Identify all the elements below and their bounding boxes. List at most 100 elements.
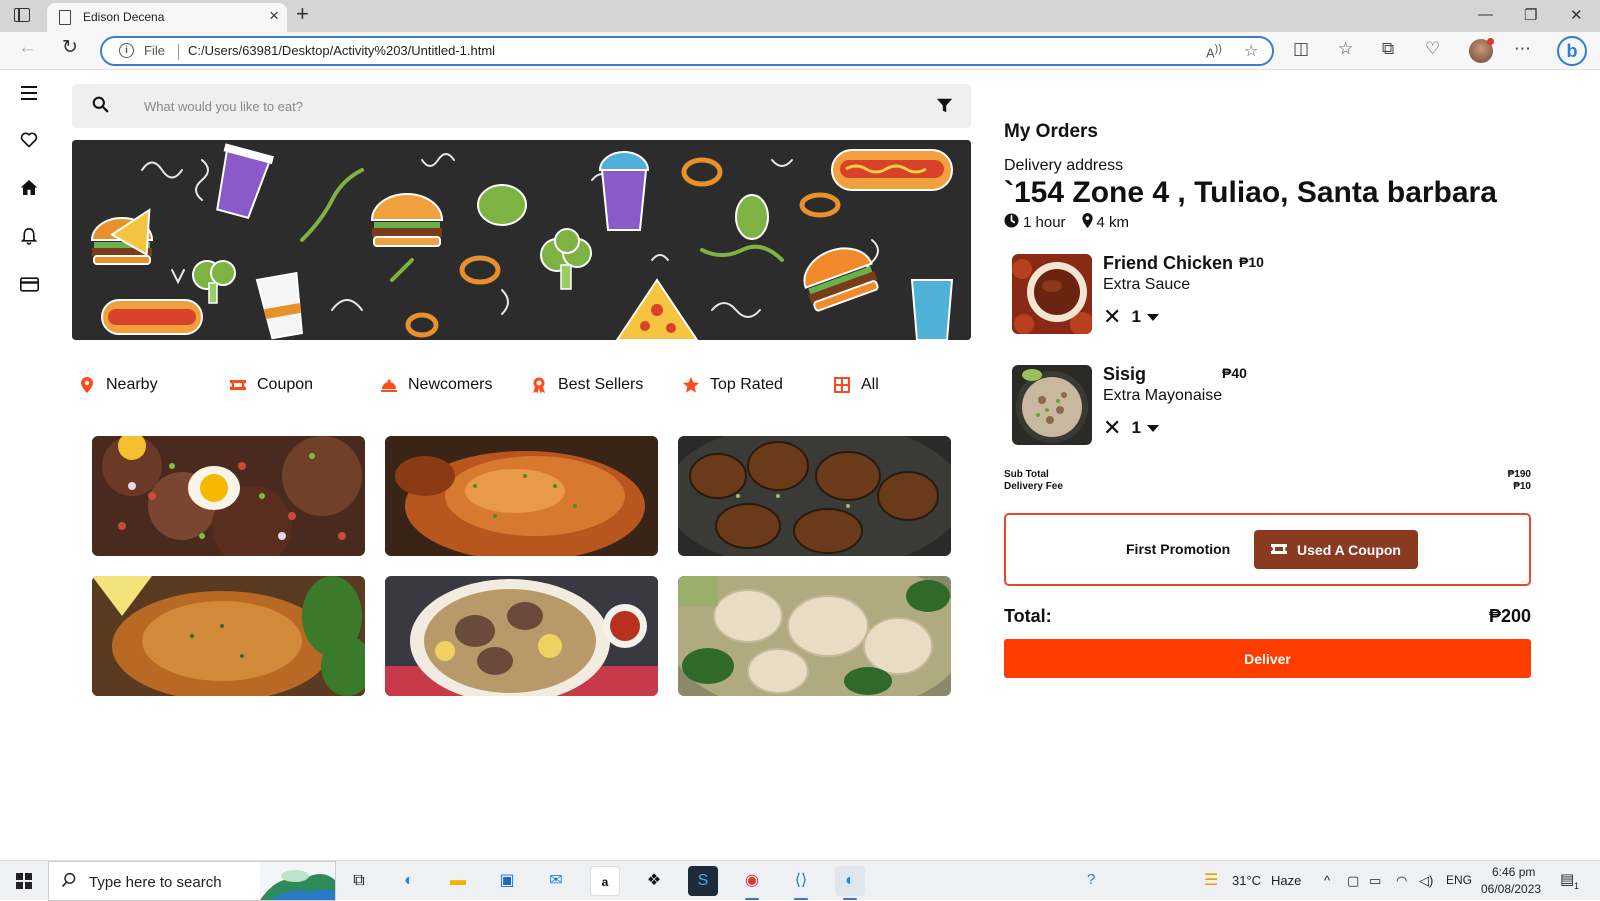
read-aloud-icon[interactable]: A))	[1206, 43, 1222, 60]
category-label: Nearby	[106, 376, 158, 393]
quantity-selector[interactable]: ✕ 1	[1103, 417, 1159, 439]
address-bar-row: ← ↻ i File C:/Users/63981/Desktop/Activi…	[0, 32, 1600, 70]
close-tab-icon[interactable]: ×	[269, 7, 279, 24]
task-view-icon[interactable]: ⧉	[344, 866, 374, 896]
category-label: All	[861, 376, 879, 393]
info-icon[interactable]: i	[119, 43, 134, 58]
refresh-icon[interactable]: ↻	[62, 38, 78, 57]
category-coupon[interactable]: Coupon	[229, 373, 313, 397]
category-label: Coupon	[257, 376, 314, 393]
close-window-icon[interactable]: ✕	[1570, 6, 1583, 24]
minimize-icon[interactable]: —	[1478, 6, 1493, 23]
tab-actions-icon[interactable]	[14, 8, 30, 22]
edge-icon[interactable]: ◐	[394, 866, 424, 896]
category-top-rated[interactable]: Top Rated	[682, 373, 783, 397]
search-highlight-illustration	[260, 862, 335, 900]
collections-icon[interactable]: ⧉	[1382, 40, 1394, 57]
weather-haze-icon[interactable]: ☰	[1204, 870, 1218, 890]
clock-icon	[1004, 213, 1019, 232]
edge-active-icon[interactable]: ◐	[835, 866, 865, 900]
order-item-extra: Extra Sauce	[1103, 276, 1191, 293]
category-nearby[interactable]: Nearby	[78, 373, 158, 397]
weather-text[interactable]: Haze	[1271, 873, 1301, 888]
tab-title: Edison Decena	[83, 10, 165, 24]
grid-icon	[833, 376, 851, 394]
profile-avatar[interactable]	[1469, 38, 1494, 63]
vscode-icon[interactable]: ⟨⟩	[786, 866, 816, 900]
taskbar-search[interactable]: Type here to search	[48, 861, 336, 901]
clock-date[interactable]: 06/08/2023	[1481, 882, 1541, 896]
favorites-icon[interactable]: ☆	[1338, 40, 1353, 57]
battery-icon[interactable]: ▭	[1369, 873, 1381, 889]
card-icon[interactable]	[18, 275, 40, 297]
promo-box: First Promotion Used A Coupon	[1004, 513, 1531, 586]
restore-icon[interactable]: ❐	[1524, 6, 1537, 24]
extension-icon[interactable]: ♡	[1425, 40, 1440, 57]
food-card-bulalo[interactable]	[385, 576, 658, 696]
favorite-star-icon[interactable]: ☆	[1244, 41, 1258, 61]
clock-time[interactable]: 6:46 pm	[1492, 865, 1535, 879]
menu-icon[interactable]	[18, 83, 40, 105]
weather-temp[interactable]: 31°C	[1232, 873, 1261, 888]
remove-item-icon[interactable]: ✕	[1103, 306, 1121, 328]
category-all[interactable]: All	[833, 373, 879, 397]
promo-label: First Promotion	[1126, 541, 1231, 557]
heart-icon[interactable]	[18, 131, 40, 153]
coupon-button-label: Used A Coupon	[1297, 541, 1401, 558]
bell-icon[interactable]	[18, 227, 40, 249]
subtotal-value: ₱190	[1507, 469, 1531, 480]
new-tab-icon[interactable]: +	[296, 3, 309, 25]
home-icon[interactable]	[18, 179, 40, 201]
dropbox-icon[interactable]: ❖	[639, 866, 669, 896]
notifications-icon[interactable]: ▤	[1560, 870, 1574, 888]
sublime-icon[interactable]: S	[688, 866, 718, 896]
caret-down-icon[interactable]	[1146, 424, 1159, 432]
food-card-roast-chicken[interactable]	[385, 436, 658, 556]
food-doodle-banner	[72, 140, 971, 340]
remove-item-icon[interactable]: ✕	[1103, 417, 1121, 439]
award-icon	[530, 376, 548, 394]
taskbar-search-text: Type here to search	[89, 874, 222, 891]
split-screen-icon[interactable]: ◫	[1293, 40, 1309, 57]
file-explorer-icon[interactable]: ▬	[443, 866, 473, 896]
bing-copilot-icon[interactable]: b	[1557, 36, 1587, 66]
quantity-selector[interactable]: ✕ 1	[1103, 306, 1159, 328]
volume-icon[interactable]: ◁)	[1419, 873, 1433, 889]
category-label: Best Sellers	[558, 376, 644, 393]
help-icon[interactable]: ?	[1087, 871, 1095, 888]
chrome-icon[interactable]: ◉	[737, 866, 767, 900]
microsoft-store-icon[interactable]: ▣	[492, 866, 522, 896]
food-card-tinola[interactable]	[678, 576, 951, 696]
delivery-fee-value: ₱10	[1513, 481, 1531, 492]
back-icon[interactable]: ←	[18, 38, 37, 57]
food-card-sisig[interactable]	[92, 436, 365, 556]
language-indicator[interactable]: ENG	[1446, 873, 1472, 887]
browser-tab[interactable]: Edison Decena ×	[47, 3, 287, 32]
chevron-up-icon[interactable]: ^	[1324, 873, 1330, 888]
search-input[interactable]	[144, 95, 904, 117]
windows-start-icon[interactable]	[16, 873, 32, 889]
quantity-value: 1	[1131, 307, 1141, 326]
delivery-address-label: Delivery address	[1004, 157, 1124, 174]
address-bar[interactable]: i File C:/Users/63981/Desktop/Activity%2…	[100, 36, 1274, 66]
star-icon	[682, 376, 700, 394]
total-value: ₱200	[1488, 606, 1531, 626]
category-newcomers[interactable]: Newcomers	[380, 373, 492, 397]
page-icon	[59, 10, 71, 25]
meet-icon[interactable]: ▢	[1347, 873, 1359, 889]
search-icon[interactable]	[92, 96, 109, 118]
wifi-icon[interactable]: ◠	[1396, 873, 1407, 889]
deliver-button[interactable]: Deliver	[1004, 639, 1531, 678]
search-icon	[61, 872, 77, 893]
url-text[interactable]: C:/Users/63981/Desktop/Activity%203/Unti…	[188, 43, 495, 58]
amazon-icon[interactable]: a	[590, 866, 620, 896]
mail-icon[interactable]: ✉	[541, 866, 571, 896]
subtotal-label: Sub Total	[1004, 469, 1049, 480]
used-coupon-button[interactable]: Used A Coupon	[1254, 530, 1418, 569]
food-card-adobo[interactable]	[678, 436, 951, 556]
caret-down-icon[interactable]	[1146, 313, 1159, 321]
food-card-glazed-fish[interactable]	[92, 576, 365, 696]
more-options-icon[interactable]: ⋯	[1514, 40, 1531, 57]
filter-icon[interactable]	[936, 97, 953, 119]
category-best-sellers[interactable]: Best Sellers	[530, 373, 643, 397]
